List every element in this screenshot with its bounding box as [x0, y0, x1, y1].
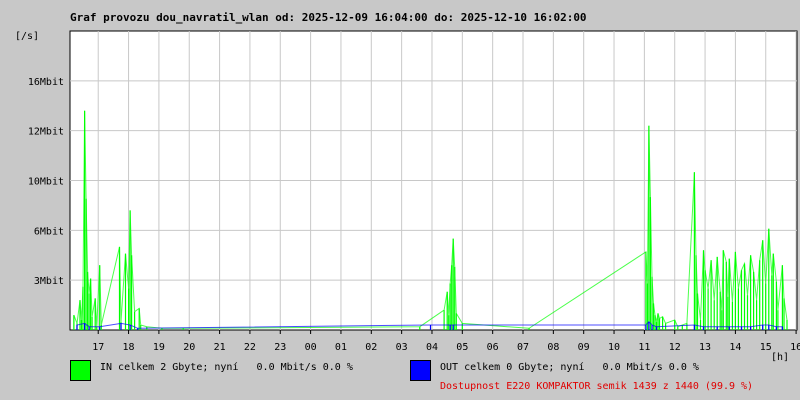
x-tick-label: 19	[153, 342, 165, 353]
x-tick-label: 18	[123, 342, 135, 353]
x-tick-label: 20	[183, 342, 195, 353]
x-axis: 17 18 19 20 21 22 23 00 01 02 03 04 05 06 07 08 09 10 11 12…	[92, 330, 800, 353]
legend-out-text: OUT celkem 0 Gbyte; nyní 0.0 Mbit/s 0.0 …	[440, 362, 699, 373]
x-tick-label: 02	[365, 342, 377, 353]
x-tick-label: 10	[608, 342, 620, 353]
x-tick-label: 21	[214, 342, 226, 353]
y-tick-label: 16Mbit	[28, 77, 64, 88]
x-tick-label: 12	[669, 342, 681, 353]
y-tick-label: 12Mbit	[28, 127, 64, 138]
y-axis: 3Mbit 6Mbit 10Mbit 12Mbit 16Mbit	[28, 77, 64, 287]
x-axis-label: [h]	[771, 352, 789, 363]
traffic-chart: 3Mbit 6Mbit 10Mbit 12Mbit 16Mbit 17 18 19 20 21 2…	[28, 30, 800, 363]
x-tick-label: 08	[547, 342, 559, 353]
x-tick-label: 14	[729, 342, 741, 353]
x-tick-label: 09	[578, 342, 590, 353]
legend-in-text: IN celkem 2 Gbyte; nyní 0.0 Mbit/s 0.0 %	[100, 362, 353, 373]
x-tick-label: 04	[426, 342, 438, 353]
x-tick-label: 07	[517, 342, 529, 353]
x-tick-label: 23	[274, 342, 286, 353]
x-tick-label: 06	[487, 342, 499, 353]
x-tick-label: 00	[305, 342, 317, 353]
x-tick-label: 15	[760, 342, 772, 353]
x-tick-label: 03	[396, 342, 408, 353]
legend-in-swatch	[70, 360, 91, 381]
x-tick-label: 05	[456, 342, 468, 353]
x-tick-label: 11	[638, 342, 650, 353]
y-tick-label: 3Mbit	[34, 276, 64, 287]
x-tick-label: 22	[244, 342, 256, 353]
legend-out-swatch	[410, 360, 431, 381]
x-tick-label: 16	[790, 342, 800, 353]
x-tick-label: 13	[699, 342, 711, 353]
x-tick-label: 01	[335, 342, 347, 353]
availability-text: Dostupnost E220 KOMPAKTOR semik 1439 z 1…	[440, 381, 754, 392]
x-tick-label: 17	[92, 342, 104, 353]
y-tick-label: 10Mbit	[28, 177, 64, 188]
y-tick-label: 6Mbit	[34, 226, 64, 237]
